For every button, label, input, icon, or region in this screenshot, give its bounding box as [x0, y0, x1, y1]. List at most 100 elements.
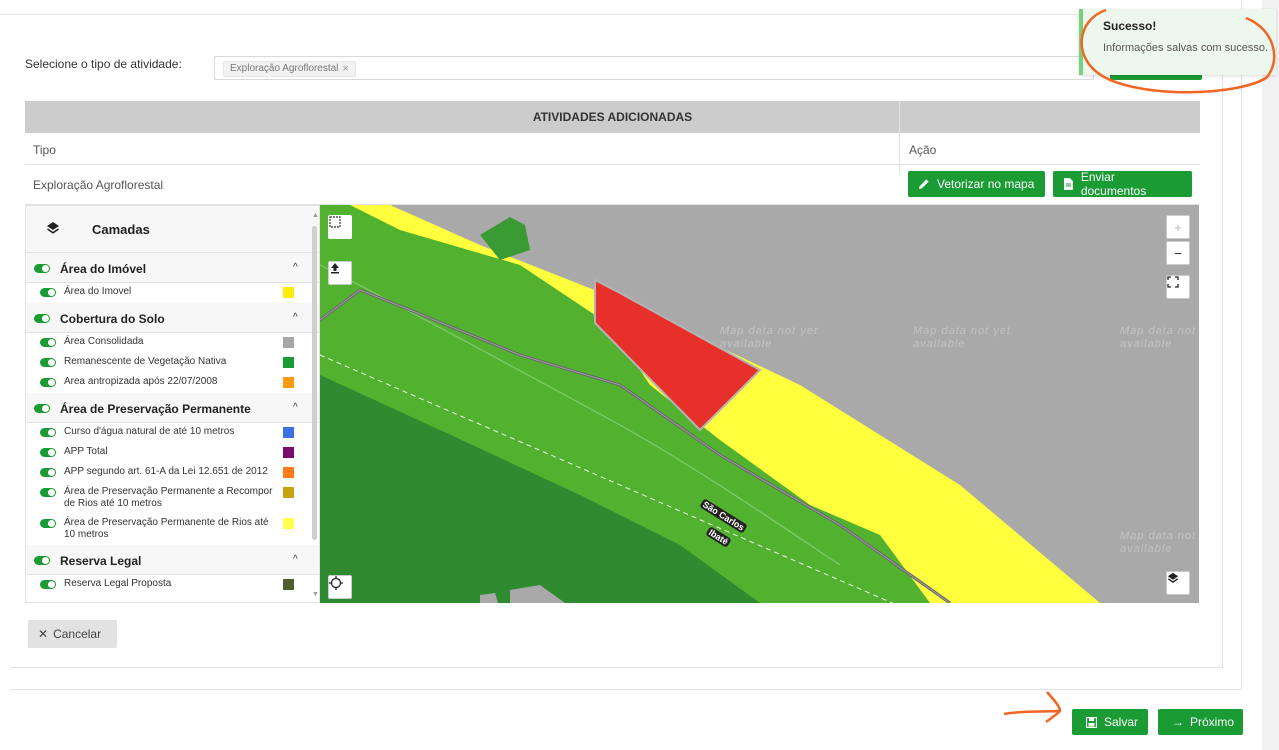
toast-message: Informações salvas com sucesso.: [1103, 42, 1269, 54]
column-tipo: Tipo: [33, 143, 56, 157]
layer-item: APP segundo art. 61-A da Lei 12.651 de 2…: [26, 463, 319, 483]
chevron-up-icon[interactable]: ^: [293, 312, 298, 323]
map-layers-button[interactable]: [1166, 571, 1190, 595]
layer-toggle[interactable]: [40, 580, 56, 589]
layer-group-cobertura-solo[interactable]: Cobertura do Solo ^: [26, 303, 319, 333]
send-documents-label: Enviar documentos: [1080, 170, 1147, 198]
activity-type-label: Selecione o tipo de atividade:: [25, 57, 182, 71]
layer-group-reserva-legal[interactable]: Reserva Legal ^: [26, 545, 319, 575]
layer-color-swatch: [283, 357, 294, 368]
page-scrollbar[interactable]: [1262, 0, 1279, 750]
scroll-down-icon[interactable]: ▼: [312, 591, 319, 598]
layer-item: Remanescente de Vegetação Nativa: [26, 353, 319, 373]
layer-toggle[interactable]: [40, 338, 56, 347]
success-toast: Sucesso! Informações salvas com sucesso.: [1079, 9, 1276, 75]
layer-item: Curso d'água natural de até 10 metros: [26, 423, 319, 443]
save-button[interactable]: Salvar: [1072, 709, 1148, 735]
layer-label: Area antropizada após 22/07/2008: [64, 376, 218, 387]
vectorize-on-map-button[interactable]: Vetorizar no mapa: [908, 171, 1045, 197]
layer-toggle[interactable]: [40, 519, 56, 528]
layers-title: Camadas: [92, 222, 150, 237]
layer-color-swatch: [283, 447, 294, 458]
layer-color-swatch: [283, 579, 294, 590]
activities-table: ATIVIDADES ADICIONADAS Tipo Ação Explora…: [25, 101, 1200, 205]
layer-color-swatch: [283, 287, 294, 298]
footer-divider: [10, 689, 1242, 690]
layer-label: APP segundo art. 61-A da Lei 12.651 de 2…: [64, 466, 268, 477]
layers-scrollbar[interactable]: [312, 226, 317, 540]
layer-label: Reserva Legal Proposta: [64, 578, 172, 589]
send-documents-button[interactable]: Enviar documentos: [1053, 170, 1192, 198]
layers-icon: [46, 221, 60, 238]
column-divider: [899, 101, 900, 173]
table-column-headers: Tipo Ação: [25, 133, 1200, 165]
layer-label: APP Total: [64, 446, 108, 457]
next-button[interactable]: → Próximo: [1158, 709, 1243, 735]
map-canvas[interactable]: [320, 205, 1199, 603]
group-label: Área do Imóvel: [60, 262, 147, 276]
chip-label: Exploração Agroflorestal: [230, 63, 339, 74]
layer-toggle[interactable]: [40, 488, 56, 497]
chevron-up-icon[interactable]: ^: [293, 262, 298, 273]
zoom-in-button[interactable]: +: [1166, 215, 1190, 239]
vectorize-label: Vetorizar no mapa: [937, 177, 1035, 191]
layer-toggle[interactable]: [40, 468, 56, 477]
layer-color-swatch: [283, 518, 294, 529]
group-toggle[interactable]: [34, 264, 50, 273]
save-icon: [1086, 716, 1097, 728]
chevron-up-icon[interactable]: ^: [293, 554, 298, 565]
layers-panel: Camadas Área do Imóvel ^ Área do Imovel …: [25, 205, 320, 603]
layer-color-swatch: [283, 487, 294, 498]
map-view[interactable]: Map data not yet available Map data not …: [320, 205, 1199, 603]
save-label: Salvar: [1104, 715, 1139, 729]
document-icon: [1063, 178, 1073, 190]
upload-shapefile-button[interactable]: [328, 261, 352, 285]
fullscreen-icon: [1167, 276, 1179, 288]
close-icon: ✕: [38, 627, 49, 641]
row-tipo: Exploração Agroflorestal: [33, 178, 164, 192]
scroll-up-icon[interactable]: ▲: [312, 212, 319, 219]
annotation-arrow: [1003, 691, 1062, 724]
activity-type-select[interactable]: Exploração Agroflorestal ×: [214, 56, 1094, 80]
layer-toggle[interactable]: [40, 358, 56, 367]
group-toggle[interactable]: [34, 556, 50, 565]
group-label: Área de Preservação Permanente: [60, 402, 251, 416]
layer-toggle[interactable]: [40, 378, 56, 387]
fullscreen-button[interactable]: [1166, 275, 1190, 299]
layer-item: Reserva Legal Proposta: [26, 575, 319, 595]
layer-item: Área de Preservação Permanente a Recompo…: [26, 483, 319, 514]
upload-icon: [331, 263, 339, 274]
layer-label: Curso d'água natural de até 10 metros: [64, 426, 235, 437]
layer-item: Área Consolidada: [26, 333, 319, 353]
table-row: Exploração Agroflorestal Vetorizar no ma…: [25, 165, 1200, 205]
pencil-icon: [919, 179, 929, 189]
layer-toggle[interactable]: [40, 288, 56, 297]
layer-color-swatch: [283, 377, 294, 388]
map-nodata-text: Map data not yet available: [1120, 325, 1199, 350]
page: Selecione o tipo de atividade: Exploraçã…: [0, 0, 1279, 750]
zoom-out-button[interactable]: −: [1166, 241, 1190, 265]
draw-polygon-tool[interactable]: [328, 215, 352, 239]
layer-label: Área Consolidada: [64, 336, 144, 347]
map-nodata-text: Map data not yet available: [1120, 530, 1199, 555]
column-acao: Ação: [909, 143, 937, 157]
toast-title: Sucesso!: [1103, 19, 1157, 33]
layer-group-area-imovel[interactable]: Área do Imóvel ^: [26, 253, 319, 283]
group-toggle[interactable]: [34, 314, 50, 323]
layer-group-app[interactable]: Área de Preservação Permanente ^: [26, 393, 319, 423]
group-toggle[interactable]: [34, 404, 50, 413]
chevron-up-icon[interactable]: ^: [293, 402, 298, 413]
map-nodata-text: Map data not yet available: [913, 325, 1011, 350]
next-label: Próximo: [1190, 715, 1235, 729]
layer-toggle[interactable]: [40, 428, 56, 437]
cancel-button[interactable]: ✕ Cancelar: [28, 620, 117, 648]
locate-button[interactable]: [328, 575, 352, 599]
layer-label: Área de Preservação Permanente a Recompo…: [64, 486, 273, 509]
layer-item: Área do Imovel: [26, 283, 319, 303]
layer-item: Area antropizada após 22/07/2008: [26, 373, 319, 393]
chip-remove-icon[interactable]: ×: [342, 62, 348, 76]
map-nodata-text: Map data not yet available: [720, 325, 818, 350]
layer-toggle[interactable]: [40, 448, 56, 457]
layer-item: APP Total: [26, 443, 319, 463]
cancel-label: Cancelar: [53, 627, 102, 641]
